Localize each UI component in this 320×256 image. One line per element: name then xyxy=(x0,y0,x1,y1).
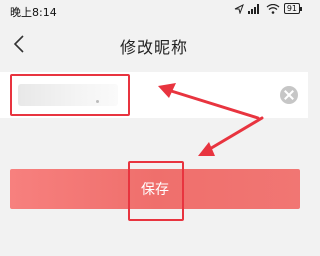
page-title: 修改昵称 xyxy=(119,38,188,57)
arrow-to-save xyxy=(198,116,264,156)
nickname-row xyxy=(0,72,308,118)
signal-icon xyxy=(247,3,259,14)
nickname-input[interactable] xyxy=(10,76,226,114)
status-time: 晚上8:14 xyxy=(10,6,57,19)
save-button[interactable]: 保存 xyxy=(10,169,300,209)
wifi-icon xyxy=(266,3,280,14)
clear-input-icon[interactable] xyxy=(280,86,298,104)
nav-bar: 修改昵称 xyxy=(0,22,308,68)
status-bar: 晚上8:14 91 xyxy=(0,0,308,22)
input-cursor-dot xyxy=(96,100,99,103)
location-icon xyxy=(234,3,244,14)
battery-icon: 91 xyxy=(283,3,303,14)
status-icons: 91 xyxy=(234,3,303,14)
